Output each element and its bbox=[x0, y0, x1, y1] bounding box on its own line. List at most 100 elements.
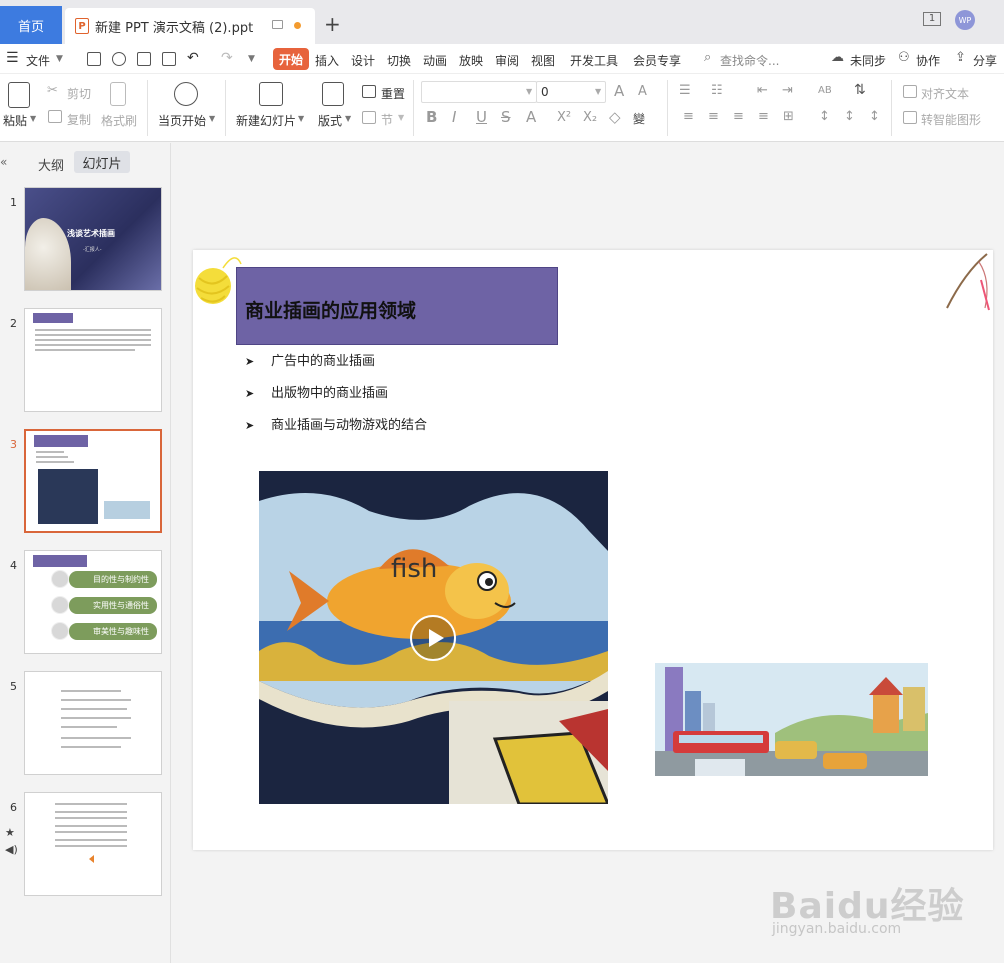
tab-developer[interactable]: 开发工具 bbox=[570, 52, 618, 69]
align-center-icon[interactable]: ≡ bbox=[708, 109, 719, 124]
paste-dropdown-icon[interactable]: ▼ bbox=[30, 114, 36, 123]
bullet-list-icon[interactable]: ☰ bbox=[679, 83, 691, 98]
bullet-item[interactable]: ➤ 广告中的商业插画 bbox=[245, 350, 375, 369]
align-right-icon[interactable]: ≡ bbox=[733, 109, 744, 124]
slide-thumbnail-1[interactable]: 浅谈艺术插画 -汇报人- bbox=[24, 187, 162, 291]
font-family-dropdown-icon[interactable]: ▼ bbox=[526, 87, 532, 96]
decrease-indent-icon[interactable]: ⇤ bbox=[757, 83, 768, 98]
tab-member[interactable]: 会员专享 bbox=[633, 52, 681, 69]
decrease-font-icon[interactable]: A bbox=[638, 84, 647, 99]
font-family-select[interactable] bbox=[421, 81, 537, 103]
slide-canvas[interactable]: 商业插画的应用领域 ➤ 广告中的商业插画 ➤ 出版物中的商业插画 ➤ 商业插画与动物游… bbox=[193, 250, 993, 850]
copy-icon[interactable] bbox=[48, 110, 62, 123]
play-icon[interactable] bbox=[174, 82, 198, 106]
collaborate-button[interactable]: 协作 bbox=[916, 52, 940, 69]
increase-indent-icon[interactable]: ⇥ bbox=[782, 83, 793, 98]
reset-button[interactable]: 重置 bbox=[381, 85, 405, 102]
reset-icon[interactable] bbox=[362, 85, 376, 98]
slide-thumbnail-4[interactable]: 目的性与制约性 实用性与通俗性 审美性与趣味性 bbox=[24, 550, 162, 654]
bold-icon[interactable]: B bbox=[426, 108, 437, 126]
search-icon[interactable]: ⌕ bbox=[704, 50, 711, 65]
share-button[interactable]: 分享 bbox=[973, 52, 997, 69]
new-slide-button[interactable]: 新建幻灯片 bbox=[236, 112, 296, 129]
tab-start[interactable]: 开始 bbox=[273, 48, 309, 70]
monitor-icon[interactable] bbox=[272, 20, 283, 29]
play-from-current-button[interactable]: 当页开始 bbox=[158, 112, 206, 129]
align-text-button[interactable]: 对齐文本 bbox=[921, 85, 969, 102]
cut-button[interactable]: 剪切 bbox=[67, 85, 91, 102]
layout-dropdown-icon[interactable]: ▼ bbox=[345, 114, 351, 123]
section-button[interactable]: 节 bbox=[381, 111, 393, 128]
smartart-icon[interactable] bbox=[903, 111, 917, 124]
section-icon[interactable] bbox=[362, 111, 376, 124]
play-button[interactable] bbox=[410, 615, 456, 661]
new-slide-icon[interactable] bbox=[259, 82, 283, 106]
line-spacing-dropdown-icon[interactable]: ↕ bbox=[869, 109, 880, 124]
tab-review[interactable]: 审阅 bbox=[495, 52, 519, 69]
font-size-dropdown-icon[interactable]: ▼ bbox=[595, 87, 601, 96]
bullet-item[interactable]: ➤ 出版物中的商业插画 bbox=[245, 382, 388, 401]
collapse-panel-icon[interactable]: « bbox=[0, 155, 7, 169]
chevron-down-icon[interactable]: ▼ bbox=[56, 54, 63, 64]
layout-icon[interactable] bbox=[322, 82, 344, 106]
phonetic-guide-icon[interactable]: 變 bbox=[633, 110, 645, 127]
superscript-icon[interactable]: X² bbox=[557, 110, 571, 125]
align-text-icon[interactable] bbox=[903, 85, 917, 98]
distribute-icon[interactable]: ⊞ bbox=[783, 109, 794, 124]
font-color-icon[interactable]: A bbox=[526, 108, 536, 126]
tab-animation[interactable]: 动画 bbox=[423, 52, 447, 69]
tab-slideshow[interactable]: 放映 bbox=[459, 52, 483, 69]
play-dropdown-icon[interactable]: ▼ bbox=[209, 114, 215, 123]
format-painter-icon[interactable] bbox=[110, 82, 126, 106]
paste-icon[interactable] bbox=[8, 82, 30, 108]
align-left-icon[interactable]: ≡ bbox=[683, 109, 694, 124]
video-player[interactable]: fish bbox=[259, 471, 608, 804]
avatar[interactable]: WP bbox=[955, 10, 975, 30]
new-tab-button[interactable]: + bbox=[324, 12, 341, 36]
file-menu[interactable]: 文件 bbox=[26, 52, 50, 69]
strikethrough-icon[interactable]: S bbox=[501, 108, 511, 126]
slide-thumbnail-2[interactable] bbox=[24, 308, 162, 412]
home-tab[interactable]: 首页 bbox=[0, 6, 62, 44]
command-search[interactable]: 查找命令... bbox=[720, 52, 779, 69]
tab-outline[interactable]: 大纲 bbox=[38, 155, 64, 174]
justify-icon[interactable]: ≡ bbox=[758, 109, 769, 124]
subscript-icon[interactable]: X₂ bbox=[583, 110, 597, 125]
quick-access-dropdown-icon[interactable]: ▼ bbox=[248, 54, 255, 64]
tab-view[interactable]: 视图 bbox=[531, 52, 555, 69]
slide-thumbnail-6[interactable] bbox=[24, 792, 162, 896]
text-direction-icon[interactable]: ⇅ bbox=[854, 82, 866, 98]
scissors-icon[interactable]: ✂ bbox=[47, 83, 58, 98]
bullet-item[interactable]: ➤ 商业插画与动物游戏的结合 bbox=[245, 414, 427, 433]
increase-font-icon[interactable]: A bbox=[614, 82, 624, 100]
tab-slides[interactable]: 幻灯片 bbox=[74, 151, 130, 173]
document-tab[interactable]: P 新建 PPT 演示文稿 (2).ppt bbox=[65, 8, 315, 44]
redo-icon[interactable]: ↷ bbox=[221, 50, 233, 66]
tab-insert[interactable]: 插入 bbox=[315, 52, 339, 69]
line-spacing-icon[interactable]: ↕ bbox=[819, 109, 830, 124]
print-preview-icon[interactable] bbox=[162, 52, 176, 66]
section-dropdown-icon[interactable]: ▼ bbox=[398, 113, 404, 122]
tab-transition[interactable]: 切换 bbox=[387, 52, 411, 69]
sync-status[interactable]: 未同步 bbox=[850, 52, 886, 69]
underline-icon[interactable]: U bbox=[476, 108, 487, 126]
layout-button[interactable]: 版式 bbox=[318, 112, 342, 129]
hamburger-menu-icon[interactable]: ☰ bbox=[6, 50, 19, 66]
slide-thumbnail-3[interactable] bbox=[24, 429, 162, 533]
copy-button[interactable]: 复制 bbox=[67, 111, 91, 128]
paste-button[interactable]: 粘贴 bbox=[3, 112, 27, 129]
clear-format-icon[interactable]: ◇ bbox=[609, 108, 621, 126]
city-illustration[interactable] bbox=[655, 663, 928, 776]
format-painter-button[interactable]: 格式刷 bbox=[101, 112, 137, 129]
window-count-icon[interactable]: 1 bbox=[923, 12, 941, 26]
undo-history-icon[interactable] bbox=[112, 52, 126, 66]
numbered-list-icon[interactable]: ☷ bbox=[711, 83, 723, 98]
slide-title-box[interactable]: 商业插画的应用领域 bbox=[236, 267, 558, 345]
char-spacing-icon[interactable]: AB bbox=[818, 85, 832, 96]
slide-thumbnail-5[interactable] bbox=[24, 671, 162, 775]
share-icon[interactable]: ⇪ bbox=[955, 50, 966, 65]
paragraph-spacing-icon[interactable]: ↕ bbox=[844, 109, 855, 124]
smartart-button[interactable]: 转智能图形 bbox=[921, 111, 981, 128]
italic-icon[interactable]: I bbox=[452, 108, 456, 126]
undo-icon[interactable]: ↶ bbox=[187, 50, 199, 66]
